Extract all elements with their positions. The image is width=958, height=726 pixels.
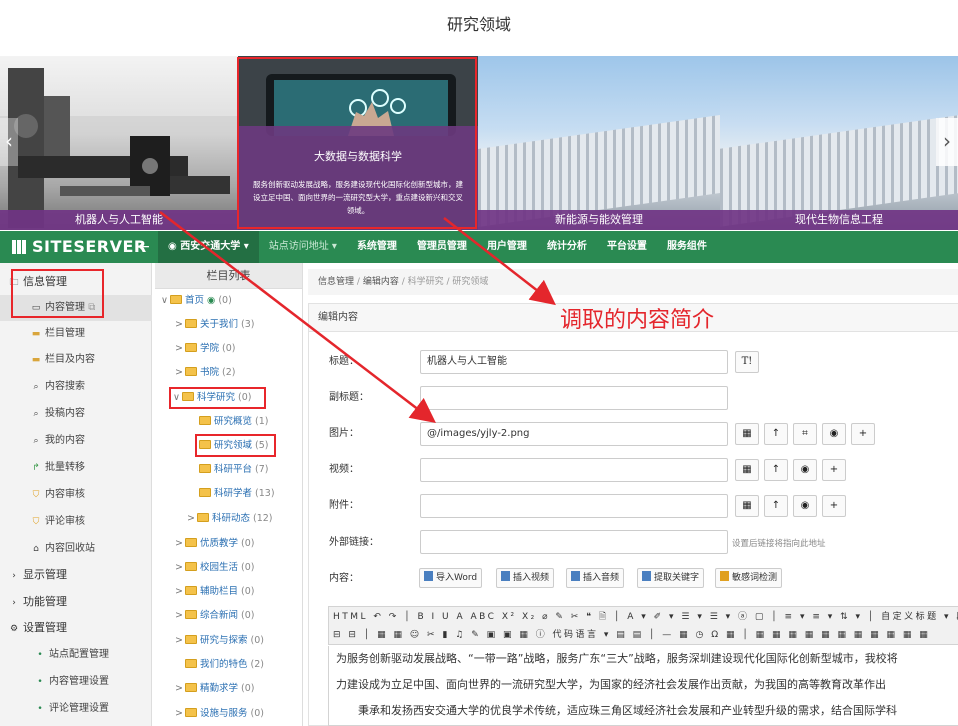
arrow-to-image	[159, 211, 436, 424]
arrow-to-summary	[443, 217, 556, 306]
annotation-label: 调取的内容简介	[560, 308, 715, 333]
annotation-arrows	[159, 211, 556, 424]
